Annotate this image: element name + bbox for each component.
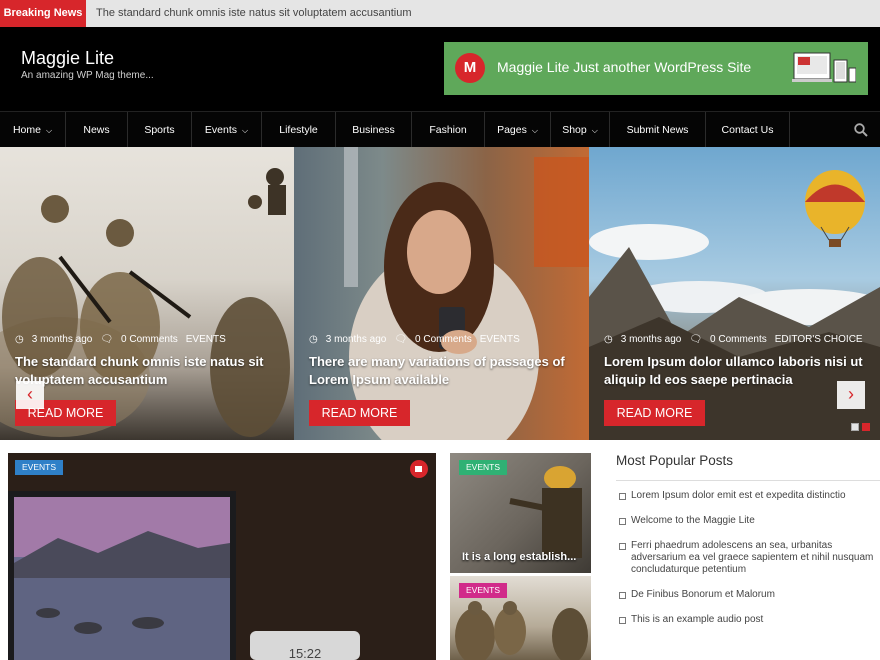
breaking-news-headline[interactable]: The standard chunk omnis iste natus sit … xyxy=(96,0,412,27)
nav-item-lifestyle[interactable]: Lifestyle xyxy=(262,112,336,148)
clock-display: 15:22 xyxy=(289,646,322,660)
popular-list: Lorem Ipsum dolor emit est et expedita d… xyxy=(616,490,880,626)
slide-image-soldiers xyxy=(0,168,290,437)
featured-slider: ◷ 3 months ago 🗨 0 Comments EVENTS The stand… xyxy=(0,147,880,440)
slide-category[interactable]: EDITOR'S CHOICE xyxy=(775,334,863,345)
popular-item[interactable]: Ferri phaedrum adolescens an sea, urbani… xyxy=(616,540,880,576)
nav-label: Fashion xyxy=(429,124,467,136)
chevron-down-icon: ⌵ xyxy=(531,126,538,135)
slide-comments[interactable]: 0 Comments xyxy=(710,334,767,345)
nav-label: News xyxy=(83,124,110,136)
site-tagline: An amazing WP Mag theme... xyxy=(21,70,154,81)
nav-label: Sports xyxy=(144,124,175,136)
header-ad-banner[interactable]: M Maggie Lite Just another WordPress Sit… xyxy=(444,42,868,95)
nav-item-home[interactable]: Home ⌵ xyxy=(0,112,66,148)
nav-item-sports[interactable]: Sports xyxy=(128,112,192,148)
slide-time: 3 months ago xyxy=(31,334,93,345)
popular-item[interactable]: Lorem Ipsum dolor emit est et expedita d… xyxy=(616,490,880,502)
nav-item-pages[interactable]: Pages ⌵ xyxy=(485,112,551,148)
chevron-down-icon: ⌵ xyxy=(45,126,53,135)
popular-item[interactable]: De Finibus Bonorum et Malorum xyxy=(616,589,880,601)
chevron-down-icon: ⌵ xyxy=(591,126,598,135)
search-icon[interactable] xyxy=(854,123,868,137)
most-popular-widget: Most Popular Posts Lorem Ipsum dolor emi… xyxy=(616,453,880,639)
breaking-news-bar: Breaking News The standard chunk omnis i… xyxy=(0,0,880,27)
devices-illustration xyxy=(792,52,856,83)
comment-icon: 🗨 xyxy=(689,334,703,345)
category-badge[interactable]: EVENTS xyxy=(459,583,508,598)
banner-text: Maggie Lite Just another WordPress Site xyxy=(497,59,752,75)
nav-label: Home xyxy=(12,124,41,136)
featured-post-image: 15:22 xyxy=(8,453,436,660)
banner-logo: M xyxy=(455,53,485,83)
slider-dot[interactable] xyxy=(851,423,859,431)
slide-category[interactable]: EVENTS xyxy=(480,334,520,345)
slide-comments[interactable]: 0 Comments xyxy=(121,334,178,345)
slide-title[interactable]: The standard chunk omnis iste natus sit … xyxy=(15,353,277,389)
widget-divider xyxy=(616,480,880,481)
nav-item-submit-news[interactable]: Submit News xyxy=(610,112,706,148)
slide-time: 3 months ago xyxy=(325,334,387,345)
popular-item[interactable]: Welcome to the Maggie Lite xyxy=(616,515,880,527)
slide-meta: ◷ 3 months ago 🗨 0 Comments EVENTS xyxy=(15,334,234,345)
slide-meta: ◷ 3 months ago 🗨 0 Comments EVENTS xyxy=(309,334,528,345)
nav-item-business[interactable]: Business xyxy=(336,112,412,148)
nav-label: Lifestyle xyxy=(279,124,318,136)
slide-title[interactable]: There are many variations of passages of… xyxy=(309,353,571,389)
nav-item-contact-us[interactable]: Contact Us xyxy=(706,112,790,148)
slider-dot-active[interactable] xyxy=(862,423,870,431)
site-title[interactable]: Maggie Lite xyxy=(21,48,114,69)
nav-label: Shop xyxy=(562,124,587,136)
nav-item-news[interactable]: News xyxy=(66,112,128,148)
slide-time: 3 months ago xyxy=(620,334,682,345)
slider-pagination xyxy=(848,418,870,436)
slide-title[interactable]: Lorem Ipsum dolor ullamco laboris nisi u… xyxy=(604,353,866,389)
nav-label: Contact Us xyxy=(721,124,774,136)
chevron-down-icon: ⌵ xyxy=(242,126,249,135)
clock-icon: ◷ xyxy=(309,334,318,345)
side-post-caption[interactable]: It is a long establish... xyxy=(462,551,576,563)
slider-prev-button[interactable]: ‹ xyxy=(16,381,44,409)
nav-label: Events xyxy=(204,124,238,136)
comment-icon: 🗨 xyxy=(100,334,114,345)
category-badge[interactable]: EVENTS xyxy=(15,460,64,475)
clock-icon: ◷ xyxy=(15,334,24,345)
nav-label: Submit News xyxy=(626,124,689,136)
slide-2[interactable]: ◷ 3 months ago 🗨 0 Comments EVENTS There are… xyxy=(294,147,589,440)
site-header: Maggie Lite An amazing WP Mag theme... M… xyxy=(0,27,880,111)
slide-1[interactable]: ◷ 3 months ago 🗨 0 Comments EVENTS The stand… xyxy=(0,147,294,440)
featured-post[interactable]: 15:22 xyxy=(8,453,436,660)
slide-category[interactable]: EVENTS xyxy=(186,334,226,345)
nav-label: Business xyxy=(352,124,395,136)
read-more-button[interactable]: READ MORE xyxy=(309,400,410,426)
video-icon xyxy=(410,460,428,478)
clock-icon: ◷ xyxy=(604,334,613,345)
nav-label: Pages xyxy=(497,124,527,136)
slider-next-button[interactable]: › xyxy=(837,381,865,409)
nav-item-events[interactable]: Events ⌵ xyxy=(192,112,262,148)
slide-meta: ◷ 3 months ago 🗨 0 Comments EDITOR'S CHOICE xyxy=(604,334,871,345)
slide-image-woman xyxy=(344,147,589,440)
slide-comments[interactable]: 0 Comments xyxy=(415,334,472,345)
category-badge[interactable]: EVENTS xyxy=(459,460,508,475)
comment-icon: 🗨 xyxy=(394,334,408,345)
main-navigation: Home ⌵ News Sports Events ⌵ Lifestyle Busi… xyxy=(0,111,880,148)
breaking-news-label: Breaking News xyxy=(0,0,86,27)
nav-item-shop[interactable]: Shop ⌵ xyxy=(551,112,610,148)
read-more-button[interactable]: READ MORE xyxy=(604,400,705,426)
widget-title: Most Popular Posts xyxy=(616,453,734,468)
nav-item-fashion[interactable]: Fashion xyxy=(412,112,485,148)
popular-item[interactable]: This is an example audio post xyxy=(616,614,880,626)
